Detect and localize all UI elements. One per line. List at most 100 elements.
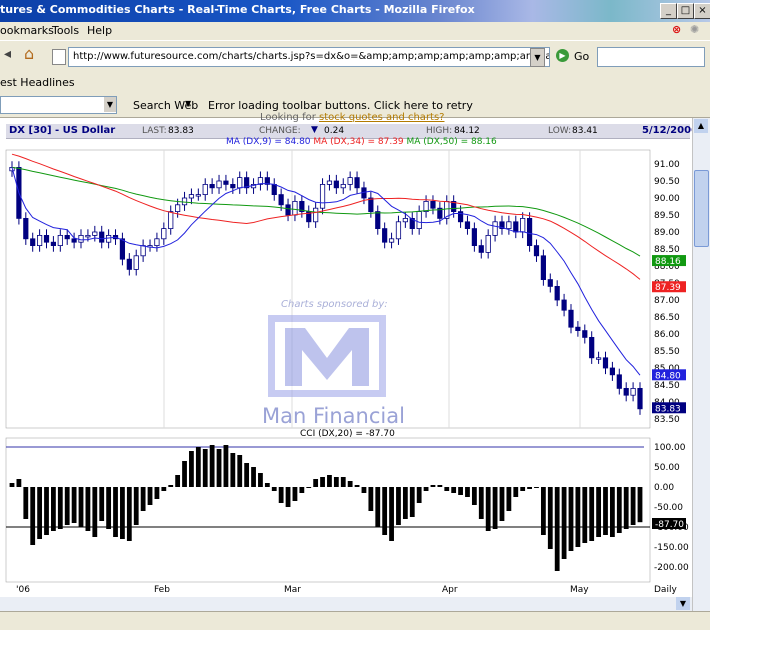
- cci-bar: [368, 487, 374, 511]
- maximize-button[interactable]: □: [677, 3, 694, 19]
- menu-tools[interactable]: Tools: [52, 24, 79, 37]
- cci-tick-label: 100.00: [654, 443, 686, 453]
- candle: [181, 197, 188, 206]
- candle: [637, 387, 643, 410]
- candle: [402, 218, 408, 223]
- cci-bar: [347, 481, 353, 487]
- candle: [230, 184, 236, 189]
- candle: [85, 235, 91, 238]
- cci-bar: [51, 487, 56, 531]
- cci-bar: [589, 487, 595, 541]
- candle: [533, 245, 540, 257]
- candle: [506, 221, 512, 230]
- cci-bar: [85, 487, 91, 531]
- close-button[interactable]: ×: [694, 3, 711, 19]
- page-content: Looking for stock quotes and charts? DX …: [0, 112, 710, 630]
- candle: [140, 245, 146, 257]
- candle: [582, 330, 588, 338]
- cci-bar: [382, 487, 388, 535]
- back-icon[interactable]: ◂: [4, 46, 11, 62]
- cci-bar: [354, 485, 360, 487]
- cci-bar: [168, 485, 174, 487]
- candle: [133, 255, 139, 270]
- cci-bar: [561, 487, 567, 559]
- cci-bar: [361, 487, 367, 493]
- candle: [616, 374, 622, 389]
- candle: [347, 177, 353, 185]
- candle: [209, 184, 215, 189]
- candle: [547, 279, 553, 287]
- value-tag-label: 87.39: [655, 283, 681, 293]
- candle: [609, 367, 615, 376]
- stop-icon[interactable]: ⊗: [672, 23, 681, 36]
- candle: [319, 184, 326, 209]
- latest-headlines-link[interactable]: est Headlines: [0, 76, 75, 89]
- go-button[interactable]: Go: [574, 50, 589, 63]
- price-tick-label: 89.00: [654, 228, 680, 238]
- cci-bar: [471, 487, 477, 505]
- cci-bar: [568, 487, 574, 551]
- url-input[interactable]: http://www.futuresource.com/charts/chart…: [68, 47, 550, 67]
- toolbar-dropdown-icon[interactable]: ▼: [104, 97, 116, 112]
- candle: [37, 235, 43, 247]
- sponsor-brand: Man Financial: [262, 404, 405, 428]
- menu-help[interactable]: Help: [87, 24, 112, 37]
- cci-bar: [402, 487, 408, 519]
- candle: [368, 197, 374, 213]
- search-input[interactable]: [597, 47, 705, 67]
- cci-bar: [575, 487, 581, 547]
- desktop-margin-bottom: [0, 630, 759, 649]
- cci-bar: [140, 487, 146, 511]
- scroll-down-icon[interactable]: ▼: [676, 597, 690, 610]
- scrollbar-thumb[interactable]: [694, 170, 709, 247]
- toolbar-error-message[interactable]: Error loading toolbar buttons. Click her…: [208, 99, 473, 112]
- cci-last-tag: -87.70: [655, 520, 684, 530]
- cci-bar: [320, 477, 325, 487]
- url-dropdown-icon[interactable]: ▼: [530, 48, 545, 67]
- cci-bar: [202, 449, 208, 487]
- cci-bar: [499, 487, 505, 521]
- sponsor-text: Charts sponsored by:: [281, 299, 388, 310]
- home-icon[interactable]: ⌂: [24, 44, 34, 63]
- x-axis-label: Feb: [154, 585, 170, 595]
- cci-bar: [147, 487, 153, 505]
- cci-bar: [582, 487, 588, 543]
- cci-tick-label: 50.00: [654, 463, 680, 473]
- value-tag-label: 84.80: [655, 371, 681, 381]
- cci-bar: [78, 487, 84, 527]
- minimize-button[interactable]: _: [660, 3, 677, 19]
- toolbar-search-field[interactable]: [0, 96, 117, 114]
- candle: [575, 326, 581, 331]
- candle: [188, 194, 195, 199]
- cci-bar: [230, 453, 236, 487]
- go-icon[interactable]: ▶: [556, 49, 569, 62]
- scroll-up-icon[interactable]: ▲: [694, 119, 708, 133]
- candle: [57, 235, 63, 247]
- cci-bar: [120, 487, 125, 539]
- cci-bar: [492, 487, 498, 529]
- cci-bar: [299, 487, 305, 493]
- candle: [285, 204, 291, 216]
- cci-bar: [16, 479, 22, 487]
- price-tick-label: 84.50: [654, 381, 680, 391]
- cci-bar: [223, 445, 229, 487]
- candle: [464, 221, 471, 230]
- cci-bar: [285, 487, 291, 507]
- cci-bar: [37, 487, 43, 539]
- x-axis-label: May: [570, 585, 589, 595]
- cci-bar: [513, 487, 519, 497]
- candle: [154, 238, 160, 247]
- search-web-dropdown-icon[interactable]: ▼: [185, 99, 191, 108]
- cci-bar: [71, 487, 77, 523]
- cci-bar: [9, 483, 15, 487]
- price-tick-label: 85.50: [654, 347, 680, 357]
- menu-bookmarks[interactable]: ookmarks: [0, 24, 54, 37]
- menu-bar: ookmarks Tools Help ⊗ ✺: [0, 22, 710, 40]
- cci-bar: [540, 487, 546, 535]
- cci-bar: [596, 487, 601, 537]
- horizontal-scrollbar[interactable]: ▼: [0, 597, 692, 611]
- price-tick-label: 91.00: [654, 160, 680, 170]
- cci-bar: [409, 487, 415, 517]
- candle: [595, 357, 602, 360]
- man-financial-logo: [268, 315, 386, 397]
